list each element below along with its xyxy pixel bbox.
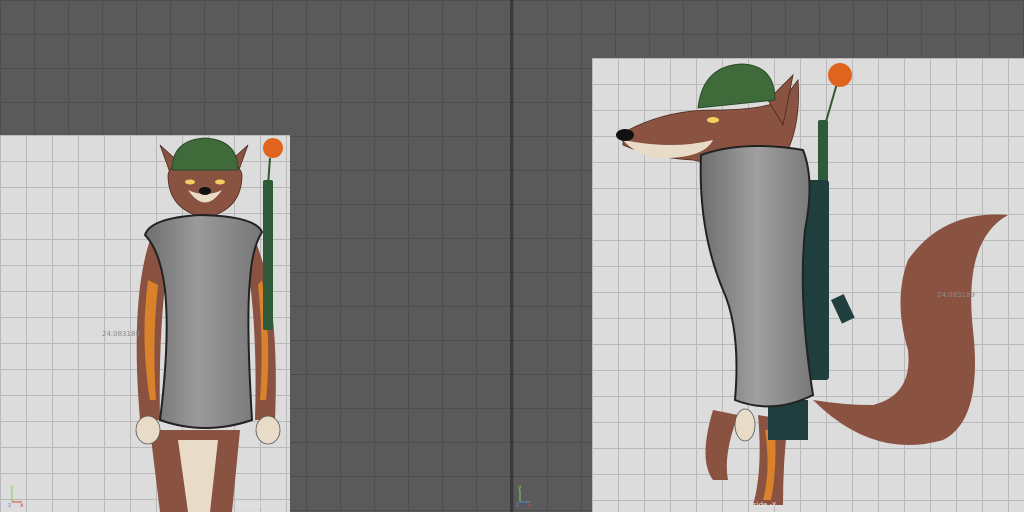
side-character-sketch [616, 63, 1008, 505]
front-right-eye [215, 179, 225, 185]
side-nose [616, 129, 634, 141]
side-rifle-mag [831, 294, 855, 324]
side-proxy-mesh [699, 145, 815, 408]
side-axis-gizmo: y z x [516, 484, 532, 508]
front-axis-y-label: y [10, 484, 14, 491]
front-viewport[interactable]: 24.083189 front -Z y z x [0, 0, 510, 512]
front-nose [199, 187, 211, 195]
front-right-hand [255, 415, 281, 445]
side-viewport[interactable]: 24.083189 side -X y z x [513, 0, 1024, 512]
front-character-sketch [135, 137, 283, 512]
side-eye [707, 117, 719, 123]
front-proxy-mesh [143, 213, 264, 429]
side-hand [734, 408, 756, 442]
side-axis-y-label: y [518, 484, 522, 491]
front-flower [263, 138, 283, 158]
front-left-eye [185, 179, 195, 185]
front-left-hand [135, 415, 161, 445]
front-axis-z-label: z [8, 502, 11, 508]
front-helmet [171, 137, 239, 171]
side-axis-z-label: z [516, 502, 519, 508]
front-camera-label: front -Z [236, 501, 263, 509]
front-rifle [263, 180, 273, 330]
front-axis-gizmo: y z x [8, 484, 24, 508]
side-flower-stem [824, 79, 839, 126]
front-axis-x-label: x [20, 502, 24, 508]
side-tail [813, 214, 1008, 445]
side-leg-back [705, 410, 738, 480]
side-flower [828, 63, 852, 87]
side-axis-x-label: x [528, 502, 532, 508]
side-measurement: 24.083189 [937, 291, 975, 299]
side-helmet [697, 63, 776, 109]
side-camera-label: side -X [753, 501, 777, 509]
front-measurement: 24.083189 [102, 330, 140, 338]
